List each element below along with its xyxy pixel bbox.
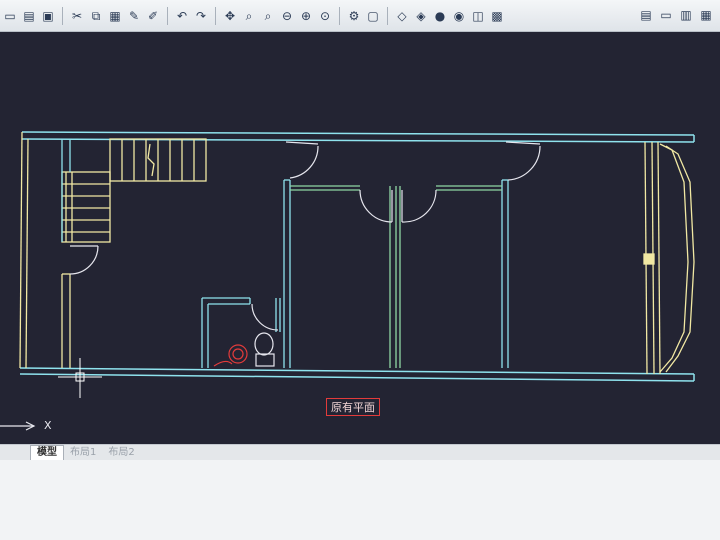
block-editor-icon[interactable]: ✐ <box>145 8 161 24</box>
tab-model[interactable]: 模型 <box>30 445 64 460</box>
toolbar-separator <box>62 6 63 25</box>
tab-layout-2[interactable]: 布局2 <box>102 446 140 460</box>
toolbar-separator <box>339 6 340 25</box>
floor-drain <box>228 344 248 364</box>
toolbar-right-group: ▤ ▭ ▥ ▦ <box>638 7 714 23</box>
left-wall-inner <box>25 138 29 369</box>
door-swing-6 <box>251 303 279 331</box>
floor-plan-drawing <box>0 131 695 431</box>
left-wall-outer <box>19 131 23 369</box>
quickcalc-icon[interactable]: ▩ <box>489 8 505 24</box>
zoom-out-icon[interactable]: ⊙ <box>317 8 333 24</box>
match-properties-icon[interactable]: ✎ <box>126 8 142 24</box>
door-swing-1 <box>289 145 319 179</box>
door-swing-5 <box>69 245 99 275</box>
properties-icon[interactable]: ⚙ <box>346 8 362 24</box>
markup-icon[interactable]: ◫ <box>470 8 486 24</box>
paste-icon[interactable]: ▦ <box>107 8 123 24</box>
zoom-realtime-icon[interactable]: ⌕ <box>241 8 257 24</box>
layer-icon[interactable]: ▤ <box>638 7 654 23</box>
materials-icon[interactable]: ◉ <box>451 8 467 24</box>
bottom-wall-inner <box>19 373 695 382</box>
undo-icon[interactable]: ↶ <box>174 8 190 24</box>
redo-icon[interactable]: ↷ <box>193 8 209 24</box>
bay-window <box>659 143 689 373</box>
door-swing-2 <box>507 145 541 181</box>
toolbar-separator <box>167 6 168 25</box>
tab-layout-1[interactable]: 布局1 <box>64 446 102 460</box>
layout-icon[interactable]: ▥ <box>678 7 694 23</box>
tool-palette-icon[interactable]: ◇ <box>394 8 410 24</box>
cut-icon[interactable]: ✂ <box>69 8 85 24</box>
cad-window: ▭ ▤ ▣ ✂ ⧉ ▦ ✎ ✐ ↶ ↷ ✥ ⌕ ⌕ ⊖ ⊕ ⊙ ⚙ ▢ ◇ ◈ ● ◉ ◫ ▩ ▤ ▭ ▥ ▦ <box>0 0 720 540</box>
sheet-set-icon[interactable]: ◈ <box>413 8 429 24</box>
toilet <box>254 332 274 356</box>
pan-icon[interactable]: ✥ <box>222 8 238 24</box>
table-icon[interactable]: ▦ <box>698 7 714 23</box>
zoom-window-icon[interactable]: ⌕ <box>260 8 276 24</box>
save-icon[interactable]: ▣ <box>40 8 56 24</box>
top-wall-outer <box>21 131 695 136</box>
plan-title-label: 原有平面 <box>326 398 380 416</box>
open-icon[interactable]: ▤ <box>21 8 37 24</box>
copy-icon[interactable]: ⧉ <box>88 8 104 24</box>
door-swing-3 <box>359 189 393 223</box>
standard-toolbar: ▭ ▤ ▣ ✂ ⧉ ▦ ✎ ✐ ↶ ↷ ✥ ⌕ ⌕ ⊖ ⊕ ⊙ ⚙ ▢ ◇ ◈ ● ◉ ◫ ▩ ▤ ▭ ▥ ▦ <box>0 0 720 32</box>
ucs-x-label: X <box>44 419 52 432</box>
ucs-icon <box>0 421 36 431</box>
zoom-previous-icon[interactable]: ⊖ <box>279 8 295 24</box>
bottom-wall-outer <box>19 367 695 375</box>
door-swing-4 <box>401 189 437 223</box>
window-icon[interactable]: ▭ <box>658 7 674 23</box>
command-line-area[interactable] <box>0 460 720 540</box>
zoom-in-icon[interactable]: ⊕ <box>298 8 314 24</box>
drawing-canvas[interactable]: 原有平面 X <box>0 32 720 444</box>
layout-tabbar: 模型 布局1 布局2 <box>0 444 720 460</box>
crosshair-cursor <box>58 358 102 398</box>
render-icon[interactable]: ● <box>432 8 448 24</box>
toolbar-separator <box>215 6 216 25</box>
toolbar-separator <box>387 6 388 25</box>
design-center-icon[interactable]: ▢ <box>365 8 381 24</box>
new-icon[interactable]: ▭ <box>2 8 18 24</box>
